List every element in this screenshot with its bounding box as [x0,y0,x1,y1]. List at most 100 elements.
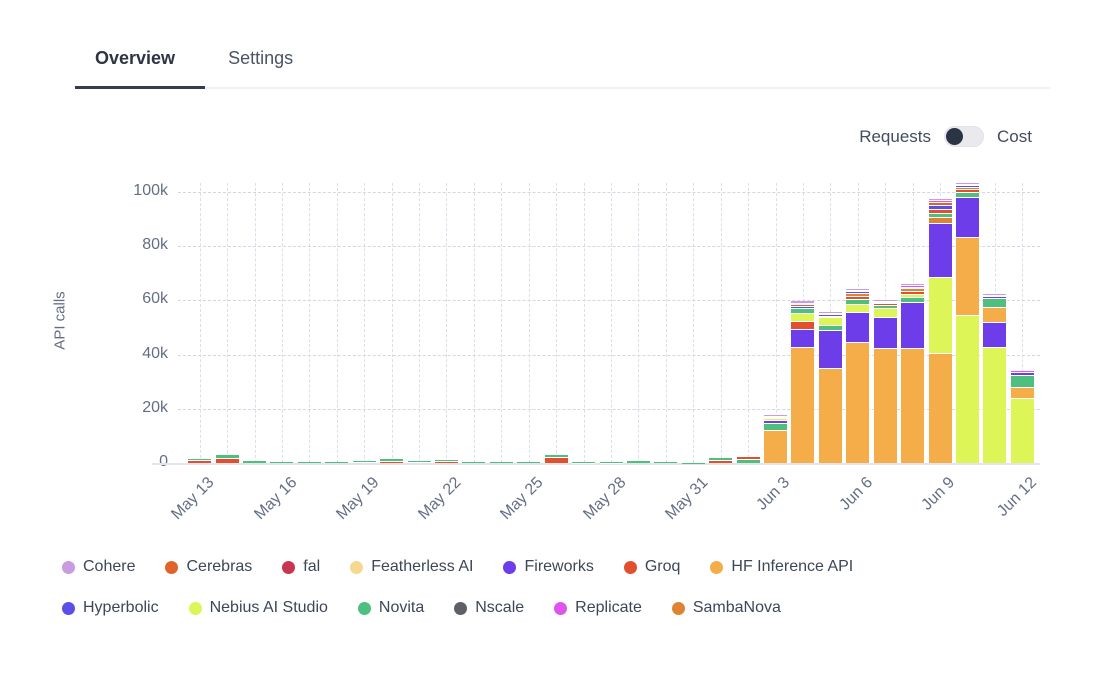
bar-may-24[interactable] [490,462,513,463]
legend-item-novita[interactable]: Novita [358,599,424,617]
bar-segment [188,459,211,460]
legend-dot-icon [672,602,685,615]
x-gridline [474,183,475,463]
x-gridline [666,183,667,463]
bar-jun-8[interactable] [901,284,924,463]
bar-may-26[interactable] [545,455,568,463]
bar-segment [956,237,979,315]
legend-item-featherless-ai[interactable]: Featherless AI [350,558,473,576]
bar-may-16[interactable] [270,462,293,463]
bar-may-21[interactable] [408,461,431,463]
legend-item-fal[interactable]: fal [282,558,320,576]
bar-jun-12[interactable] [1011,371,1034,463]
y-gridline [178,246,1040,247]
bar-segment [545,455,568,456]
legend-dot-icon [503,561,516,574]
legend-item-hyperbolic[interactable]: Hyperbolic [62,599,159,617]
bar-jun-6[interactable] [846,289,869,463]
legend-item-nscale[interactable]: Nscale [454,599,524,617]
legend-dot-icon [710,561,723,574]
bar-may-17[interactable] [298,462,321,463]
legend-item-fireworks[interactable]: Fireworks [503,558,593,576]
bar-segment [901,291,924,294]
bar-segment [983,295,1006,296]
bar-segment [1011,387,1034,399]
bar-segment [874,348,897,463]
legend-item-nebius-ai-studio[interactable]: Nebius AI Studio [189,599,328,617]
bar-segment [874,301,897,302]
bar-segment [764,416,787,417]
x-gridline [419,183,420,463]
bar-segment [325,462,348,463]
bar-jun-1[interactable] [709,458,732,463]
bar-may-28[interactable] [600,462,623,463]
bar-segment [929,277,952,353]
bar-jun-4[interactable] [791,301,814,463]
x-gridline [309,183,310,463]
bar-segment [764,417,787,418]
x-gridline [282,183,283,463]
bar-segment [764,418,787,420]
x-tick-label: May 16 [251,474,301,524]
bar-segment [901,287,924,289]
legend-item-sambanova[interactable]: SambaNova [672,599,781,617]
bar-segment [929,200,952,202]
bar-jun-5[interactable] [819,312,842,463]
bar-may-13[interactable] [188,459,211,463]
legend-dot-icon [62,561,75,574]
legend-label: Replicate [575,599,642,617]
bar-segment [846,290,869,291]
x-gridline [501,183,502,463]
bar-segment [216,455,239,457]
bar-jun-11[interactable] [983,294,1006,463]
bar-segment [737,459,760,463]
bar-segment [791,347,814,463]
bar-may-15[interactable] [243,461,266,463]
bar-may-23[interactable] [462,462,485,463]
legend-item-hf-inference-api[interactable]: HF Inference API [710,558,853,576]
bar-segment [901,348,924,463]
legend-label: Hyperbolic [83,599,159,617]
bar-may-27[interactable] [572,462,595,463]
bar-may-14[interactable] [216,455,239,463]
bar-jun-3[interactable] [764,415,787,463]
bar-may-18[interactable] [325,462,348,463]
bar-may-30[interactable] [654,462,677,463]
bar-may-19[interactable] [353,461,376,463]
bar-jun-2[interactable] [737,457,760,463]
x-gridline [556,183,557,463]
legend-label: Novita [379,599,424,617]
bar-segment [956,184,979,185]
y-tick-label: 20k [100,399,168,417]
bar-may-20[interactable] [380,459,403,463]
x-tick-label: Jun 9 [918,474,958,514]
bar-segment [188,460,211,463]
bar-segment [846,312,869,342]
bar-jun-7[interactable] [874,300,897,463]
legend-dot-icon [165,561,178,574]
bar-segment [956,189,979,192]
bar-may-29[interactable] [627,461,650,463]
x-tick-label: Jun 6 [836,474,876,514]
bar-segment [435,460,458,461]
bar-segment [983,322,1006,347]
bar-segment [380,459,403,461]
legend-item-cerebras[interactable]: Cerebras [165,558,252,576]
bar-segment [1011,375,1034,387]
legend-dot-icon [282,561,295,574]
bar-may-22[interactable] [435,460,458,463]
x-tick-label: May 22 [415,474,465,524]
y-gridline [178,192,1040,193]
bar-segment [846,296,869,299]
bar-may-25[interactable] [517,462,540,463]
bar-segment [929,205,952,209]
legend-item-replicate[interactable]: Replicate [554,599,642,617]
bar-segment [929,209,952,213]
bar-segment [819,316,842,317]
x-gridline [255,183,256,463]
legend-item-groq[interactable]: Groq [624,558,681,576]
bar-jun-9[interactable] [929,199,952,463]
x-gridline [227,183,228,463]
legend-item-cohere[interactable]: Cohere [62,558,135,576]
bar-jun-10[interactable] [956,183,979,463]
